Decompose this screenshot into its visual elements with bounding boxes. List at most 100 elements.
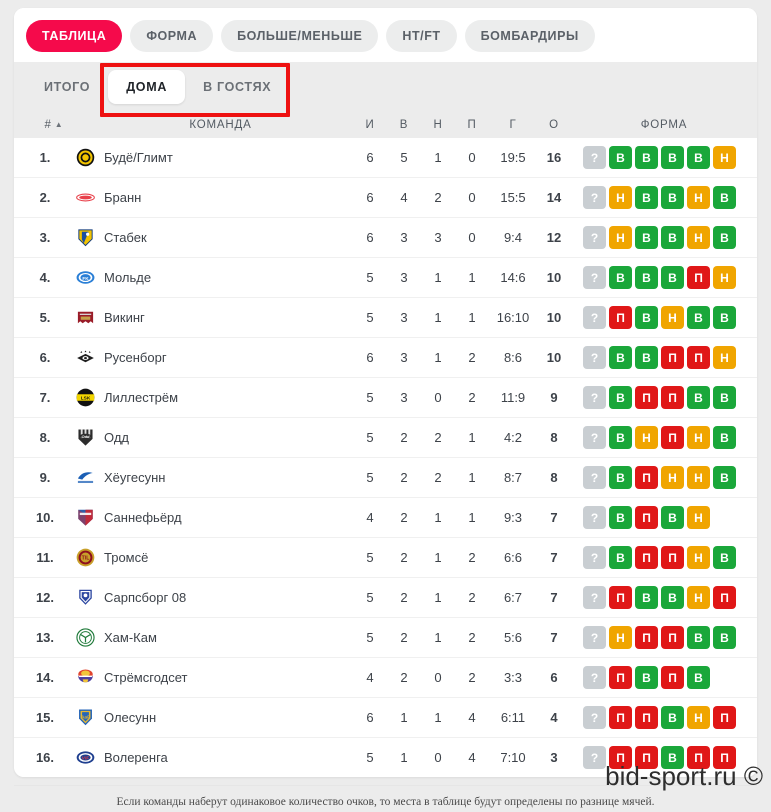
row-team-cell[interactable]: VIF Волеренга xyxy=(76,737,353,777)
form-badge[interactable]: Н xyxy=(713,146,736,169)
form-badge[interactable]: В xyxy=(609,386,632,409)
form-badge-unknown[interactable]: ? xyxy=(583,586,606,609)
row-team-cell[interactable]: Викинг xyxy=(76,297,353,338)
form-badge[interactable]: П xyxy=(713,746,736,769)
form-badge[interactable]: П xyxy=(687,346,710,369)
form-badge[interactable]: Н xyxy=(687,546,710,569)
form-badge[interactable]: П xyxy=(635,506,658,529)
form-badge[interactable]: В xyxy=(661,706,684,729)
form-badge[interactable]: В xyxy=(661,226,684,249)
form-badge[interactable]: В xyxy=(661,506,684,529)
form-badge[interactable]: Н xyxy=(609,226,632,249)
form-badge[interactable]: В xyxy=(635,306,658,329)
form-badge[interactable]: Н xyxy=(713,266,736,289)
form-badge[interactable]: П xyxy=(635,626,658,649)
row-team-cell[interactable]: AaF Олесунн xyxy=(76,697,353,738)
form-badge[interactable]: П xyxy=(609,746,632,769)
form-badge[interactable]: В xyxy=(713,626,736,649)
form-badge[interactable]: П xyxy=(713,706,736,729)
column-header-goals[interactable]: Г xyxy=(489,112,537,138)
form-badge[interactable]: В xyxy=(687,666,710,689)
form-badge[interactable]: Н xyxy=(687,466,710,489)
table-row[interactable]: 4. FK Мольде 5 3 1 1 14:6 10? В В В П Н xyxy=(14,257,757,298)
form-badge[interactable]: В xyxy=(687,386,710,409)
form-badge[interactable]: П xyxy=(635,706,658,729)
form-badge[interactable]: В xyxy=(713,386,736,409)
form-badge-unknown[interactable]: ? xyxy=(583,546,606,569)
table-row[interactable]: 1. Будё/Глимт 6 5 1 0 19:5 16? В В В В Н xyxy=(14,138,757,178)
column-header-drawn[interactable]: Н xyxy=(421,112,455,138)
form-badge[interactable]: П xyxy=(609,666,632,689)
form-badge-unknown[interactable]: ? xyxy=(583,426,606,449)
table-row[interactable]: 11. TIL Тромсё 5 2 1 2 6:6 7? В П П Н В xyxy=(14,537,757,578)
form-badge[interactable]: П xyxy=(661,386,684,409)
form-badge-unknown[interactable]: ? xyxy=(583,746,606,769)
column-header-points[interactable]: О xyxy=(537,112,571,138)
form-badge[interactable]: П xyxy=(661,346,684,369)
table-row[interactable]: 6. Русенборг 6 3 1 2 8:6 10? В В П П Н xyxy=(14,337,757,378)
form-badge-unknown[interactable]: ? xyxy=(583,226,606,249)
form-badge[interactable]: П xyxy=(609,306,632,329)
table-row[interactable]: 14. Стрёмсгодсет 4 2 0 2 3:3 6? П В П В xyxy=(14,657,757,698)
subtab-v-gostyah[interactable]: В гостях xyxy=(185,70,289,104)
row-team-cell[interactable]: Стабек xyxy=(76,217,353,258)
form-badge-unknown[interactable]: ? xyxy=(583,706,606,729)
form-badge[interactable]: В xyxy=(609,346,632,369)
form-badge[interactable]: Н xyxy=(687,506,710,529)
form-badge[interactable]: В xyxy=(609,426,632,449)
form-badge-unknown[interactable]: ? xyxy=(583,266,606,289)
row-team-cell[interactable]: Хёугесунн xyxy=(76,457,353,498)
tab-bombardiry[interactable]: Бомбардиры xyxy=(464,20,595,52)
form-badge-unknown[interactable]: ? xyxy=(583,626,606,649)
form-badge[interactable]: В xyxy=(635,186,658,209)
form-badge[interactable]: В xyxy=(713,306,736,329)
form-badge[interactable]: В xyxy=(661,586,684,609)
form-badge[interactable]: В xyxy=(635,666,658,689)
form-badge[interactable]: В xyxy=(713,226,736,249)
table-row[interactable]: 13. Хам-Кам 5 2 1 2 5:6 7? Н П П В В xyxy=(14,617,757,658)
form-badge[interactable]: П xyxy=(661,426,684,449)
row-team-cell[interactable]: Бранн xyxy=(76,177,353,218)
form-badge[interactable]: П xyxy=(661,626,684,649)
form-badge-unknown[interactable]: ? xyxy=(583,186,606,209)
tab-tablitsa[interactable]: Таблица xyxy=(26,20,123,52)
table-row[interactable]: 9. Хёугесунн 5 2 2 1 8:7 8? В П Н Н В xyxy=(14,457,757,498)
form-badge[interactable]: В xyxy=(687,146,710,169)
form-badge[interactable]: В xyxy=(635,586,658,609)
form-badge[interactable]: Н xyxy=(661,306,684,329)
form-badge-unknown[interactable]: ? xyxy=(583,506,606,529)
row-team-cell[interactable]: TIL Тромсё xyxy=(76,537,353,578)
table-row[interactable]: 7. LSK Лиллестрём 5 3 0 2 11:9 9? В П П В В xyxy=(14,377,757,418)
form-badge[interactable]: Н xyxy=(661,466,684,489)
form-badge[interactable]: Н xyxy=(609,626,632,649)
form-badge[interactable]: П xyxy=(609,706,632,729)
form-badge[interactable]: Н xyxy=(687,706,710,729)
form-badge[interactable]: П xyxy=(687,746,710,769)
table-row[interactable]: 8. Odd Одд 5 2 2 1 4:2 8? В Н П Н В xyxy=(14,417,757,458)
form-badge[interactable]: В xyxy=(609,546,632,569)
form-badge[interactable]: П xyxy=(661,546,684,569)
subtab-itogo[interactable]: Итого xyxy=(26,70,108,104)
form-badge[interactable]: П xyxy=(635,386,658,409)
table-row[interactable]: 16. VIF Волеренга 5 1 0 4 7:10 3? П П В П П xyxy=(14,737,757,777)
form-badge[interactable]: Н xyxy=(687,586,710,609)
form-badge[interactable]: Н xyxy=(687,426,710,449)
form-badge-unknown[interactable]: ? xyxy=(583,466,606,489)
form-badge[interactable]: Н xyxy=(713,346,736,369)
form-badge[interactable]: В xyxy=(609,466,632,489)
tab-forma[interactable]: Форма xyxy=(130,20,214,52)
form-badge[interactable]: П xyxy=(609,586,632,609)
form-badge[interactable]: Н xyxy=(609,186,632,209)
form-badge-unknown[interactable]: ? xyxy=(583,386,606,409)
form-badge[interactable]: В xyxy=(713,546,736,569)
form-badge[interactable]: В xyxy=(609,266,632,289)
form-badge[interactable]: П xyxy=(635,546,658,569)
form-badge[interactable]: В xyxy=(713,426,736,449)
row-team-cell[interactable]: LSK Лиллестрём xyxy=(76,377,353,418)
form-badge[interactable]: В xyxy=(635,346,658,369)
tab-ht-ft[interactable]: HT/FT xyxy=(386,20,457,52)
row-team-cell[interactable]: Odd Одд xyxy=(76,417,353,458)
table-row[interactable]: 5. Викинг 5 3 1 1 16:10 10? П В Н В В xyxy=(14,297,757,338)
form-badge[interactable]: П xyxy=(713,586,736,609)
column-header-played[interactable]: И xyxy=(353,112,387,138)
